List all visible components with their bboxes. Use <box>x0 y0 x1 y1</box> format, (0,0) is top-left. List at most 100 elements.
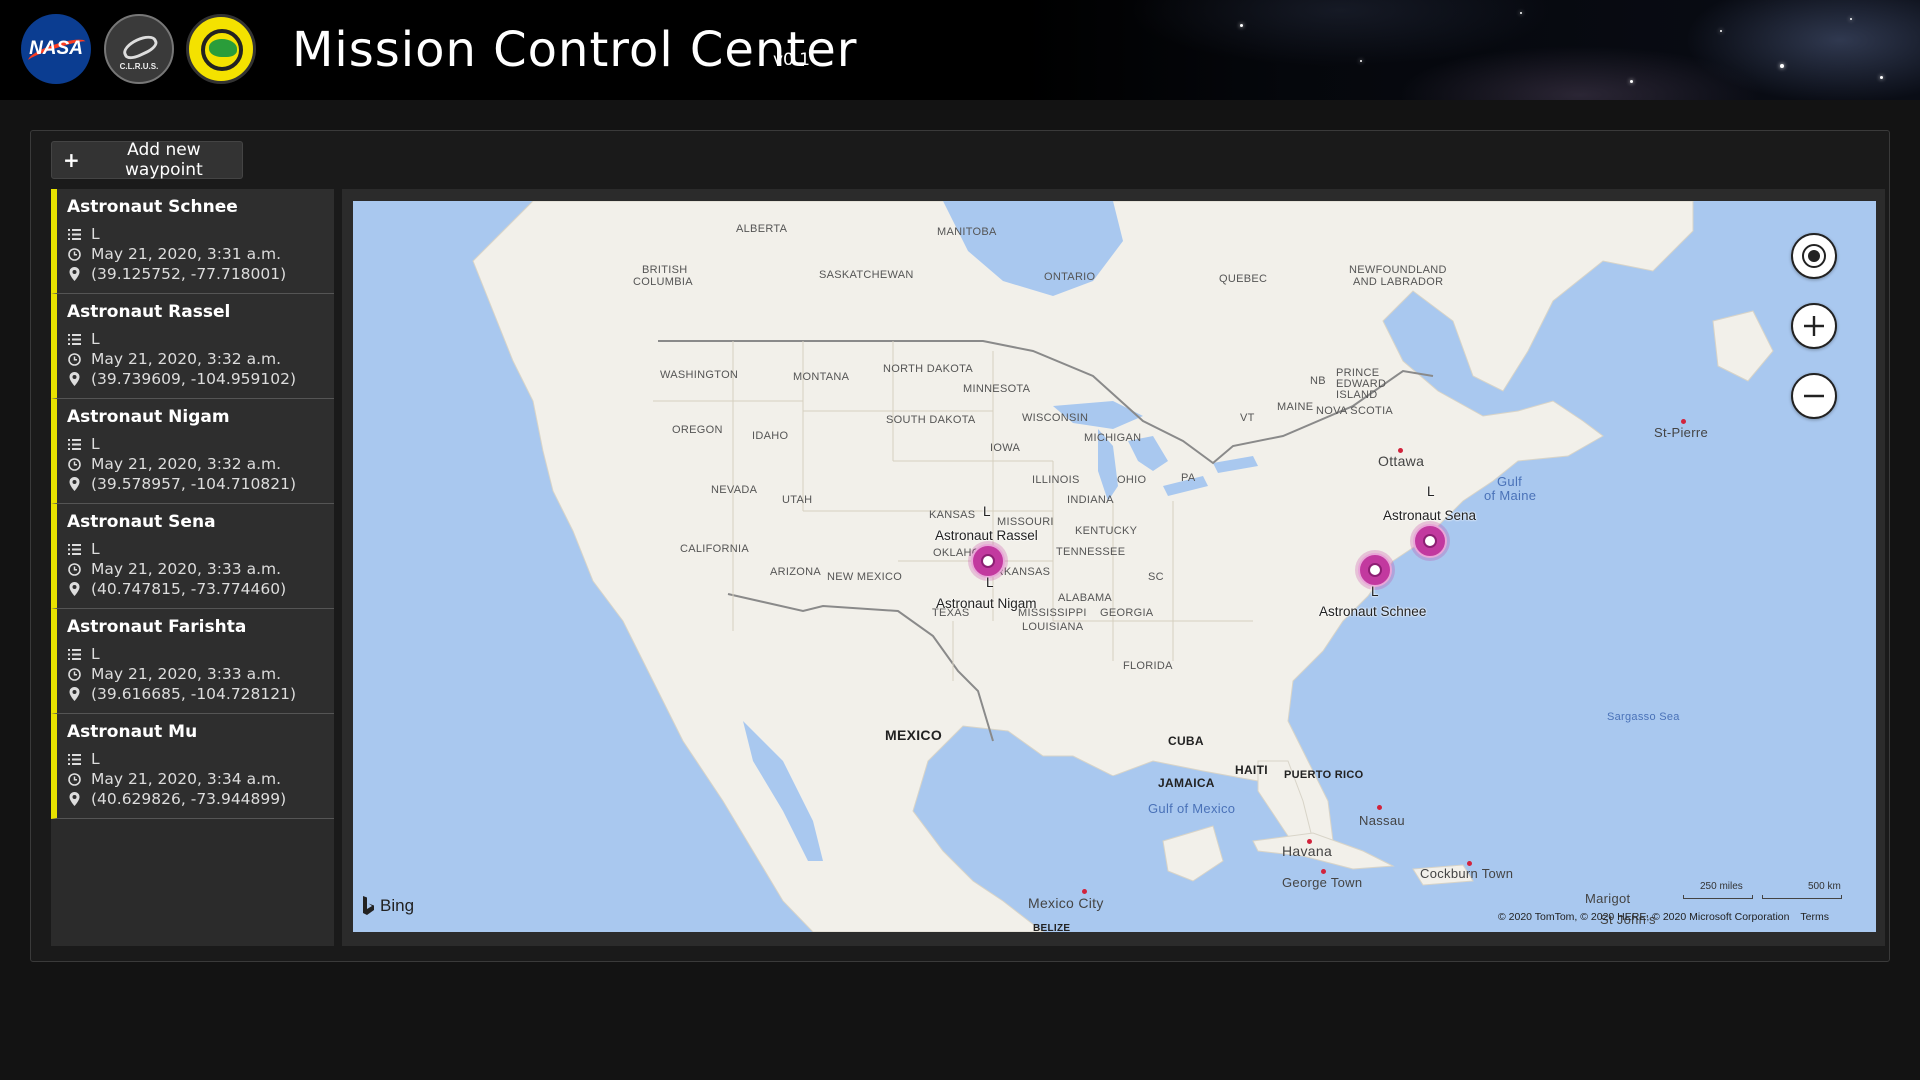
add-waypoint-label: Add new waypoint <box>125 140 203 180</box>
zoom-out-button[interactable] <box>1791 373 1837 419</box>
map-label: PA <box>1181 472 1196 484</box>
map-view[interactable]: ALBERTA MANITOBA BRITISH COLUMBIA SASKAT… <box>353 201 1876 932</box>
city-label: Mexico City <box>1028 895 1104 911</box>
city-dot <box>1321 869 1326 874</box>
waypoint-type: L <box>91 540 100 558</box>
waypoint-item[interactable]: Astronaut Farishta L May 21, 2020, 3:33 … <box>51 609 334 714</box>
scale-bar-miles <box>1683 895 1753 899</box>
map-label: NEW MEXICO <box>827 571 903 583</box>
app-version: v0.1 <box>773 50 811 70</box>
scale-miles: 250 miles <box>1700 881 1743 892</box>
waypoint-time: May 21, 2020, 3:33 a.m. <box>91 560 282 578</box>
location-pin-icon <box>67 687 81 701</box>
waypoint-time: May 21, 2020, 3:31 a.m. <box>91 245 282 263</box>
land-mass <box>472 201 1774 932</box>
map-label: WISCONSIN <box>1022 412 1089 424</box>
city-label: Nassau <box>1359 813 1405 828</box>
map-copyright: © 2020 TomTom, © 2020 HERE, © 2020 Micro… <box>1498 911 1829 923</box>
waypoint-item[interactable]: Astronaut Sena L May 21, 2020, 3:33 a.m.… <box>51 504 334 609</box>
city-dot <box>1681 419 1686 424</box>
clock-icon <box>67 772 81 786</box>
map-label: NB <box>1310 375 1326 387</box>
map-label: FLORIDA <box>1123 660 1173 672</box>
map-label: ALBERTA <box>736 223 788 235</box>
pin-name-label: Astronaut Nigam <box>936 596 1037 611</box>
zoom-in-button[interactable] <box>1791 303 1837 349</box>
waypoint-time: May 21, 2020, 3:33 a.m. <box>91 665 282 683</box>
map-label: NEWFOUNDLAND <box>1349 264 1447 276</box>
map-label: MANITOBA <box>937 226 997 238</box>
city-label: Havana <box>1282 843 1333 859</box>
waypoint-item[interactable]: Astronaut Mu L May 21, 2020, 3:34 a.m. (… <box>51 714 334 819</box>
location-pin-icon <box>67 267 81 281</box>
waypoint-coords: (40.747815, -73.774460) <box>91 580 287 598</box>
waypoint-item[interactable]: Astronaut Rassel L May 21, 2020, 3:32 a.… <box>51 294 334 399</box>
map-label: PUERTO RICO <box>1284 769 1364 781</box>
list-icon <box>67 647 81 661</box>
waypoint-item[interactable]: Astronaut Nigam L May 21, 2020, 3:32 a.m… <box>51 399 334 504</box>
map-label: OREGON <box>672 424 723 436</box>
map-label: CUBA <box>1168 734 1204 748</box>
waypoint-coords: (39.125752, -77.718001) <box>91 265 287 283</box>
pin-name-label: Astronaut Schnee <box>1319 604 1427 619</box>
terms-link[interactable]: Terms <box>1800 911 1829 923</box>
app-header: NASA C.L.R.U.S. Mission Control Center v… <box>0 0 1920 100</box>
plus-icon: + <box>63 148 80 172</box>
pin-type-label: L <box>1371 584 1379 599</box>
waypoint-name: Astronaut Farishta <box>67 617 247 637</box>
waypoint-pin-rassel[interactable] <box>971 544 1005 578</box>
map-label: SC <box>1148 571 1164 583</box>
map-label: MAINE <box>1277 401 1314 413</box>
waypoint-name: Astronaut Sena <box>67 512 216 532</box>
location-pin-icon <box>67 582 81 596</box>
map-label: CALIFORNIA <box>680 543 750 555</box>
location-pin-icon <box>67 792 81 806</box>
pin-type-label: L <box>986 575 994 590</box>
waypoint-name: Astronaut Nigam <box>67 407 230 427</box>
map-label: KENTUCKY <box>1075 525 1138 537</box>
pin-name-label: Astronaut Sena <box>1383 508 1477 523</box>
clock-icon <box>67 247 81 261</box>
waypoint-name: Astronaut Rassel <box>67 302 231 322</box>
waypoint-name: Astronaut Mu <box>67 722 198 742</box>
map-label: ONTARIO <box>1044 271 1096 283</box>
city-label: Marigot <box>1585 891 1631 906</box>
bing-icon <box>363 896 374 915</box>
waypoint-time: May 21, 2020, 3:32 a.m. <box>91 455 282 473</box>
sea-label: Gulf of Mexico <box>1148 801 1236 816</box>
map-label: SASKATCHEWAN <box>819 269 914 281</box>
map-label: QUEBEC <box>1219 273 1268 285</box>
waypoint-pin-schnee[interactable] <box>1358 553 1392 587</box>
waypoint-coords: (39.739609, -104.959102) <box>91 370 297 388</box>
map-label: AND LABRADOR <box>1353 276 1444 288</box>
map-label: JAMAICA <box>1158 776 1215 790</box>
pin-type-label: L <box>983 504 991 519</box>
clock-icon <box>67 352 81 366</box>
waypoint-name: Astronaut Schnee <box>67 197 238 217</box>
city-label: George Town <box>1282 875 1363 890</box>
map-label: VT <box>1240 412 1255 424</box>
location-pin-icon <box>67 372 81 386</box>
map-label: BRITISH <box>642 264 688 276</box>
waypoint-item[interactable]: Astronaut Schnee L May 21, 2020, 3:31 a.… <box>51 189 334 294</box>
map-label: UTAH <box>782 494 813 506</box>
map-label: MICHIGAN <box>1084 432 1142 444</box>
clrus-logo: C.L.R.U.S. <box>104 14 174 84</box>
plus-icon <box>1804 316 1824 336</box>
waypoint-type: L <box>91 435 100 453</box>
waypoint-pin-sena[interactable] <box>1413 524 1447 558</box>
city-dot <box>1377 805 1382 810</box>
sea-label: of Maine <box>1484 488 1537 503</box>
map-label: INDIANA <box>1067 494 1114 506</box>
locate-me-button[interactable] <box>1791 233 1837 279</box>
nasa-logo: NASA <box>21 14 91 84</box>
add-waypoint-button[interactable]: + Add new waypoint <box>51 140 243 180</box>
map-label: ALABAMA <box>1058 592 1113 604</box>
list-icon <box>67 542 81 556</box>
map-label: SOUTH DAKOTA <box>886 414 976 426</box>
city-label: Ottawa <box>1378 453 1425 469</box>
map-label: COLUMBIA <box>633 276 693 288</box>
sea-label: Gulf <box>1497 474 1523 489</box>
map-label: KANSAS <box>929 509 976 521</box>
waypoint-type: L <box>91 225 100 243</box>
